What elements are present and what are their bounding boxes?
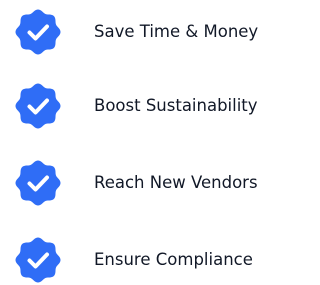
benefit-label: Ensure Compliance (94, 250, 253, 269)
benefit-item-reach-new-vendors: Reach New Vendors (0, 155, 320, 211)
verified-check-badge-icon (15, 160, 61, 206)
verified-check-badge-icon (15, 9, 61, 55)
verified-check-badge-icon (15, 237, 61, 283)
benefit-label: Save Time & Money (94, 22, 259, 41)
benefit-item-boost-sustainability: Boost Sustainability (0, 78, 320, 134)
verified-check-badge-icon (15, 83, 61, 129)
benefit-item-save-time-money: Save Time & Money (0, 4, 320, 60)
benefit-label: Reach New Vendors (94, 173, 258, 192)
benefit-label: Boost Sustainability (94, 96, 258, 115)
benefit-item-ensure-compliance: Ensure Compliance (0, 232, 320, 285)
benefits-list: Save Time & Money Boost Sustainability R… (0, 0, 320, 285)
